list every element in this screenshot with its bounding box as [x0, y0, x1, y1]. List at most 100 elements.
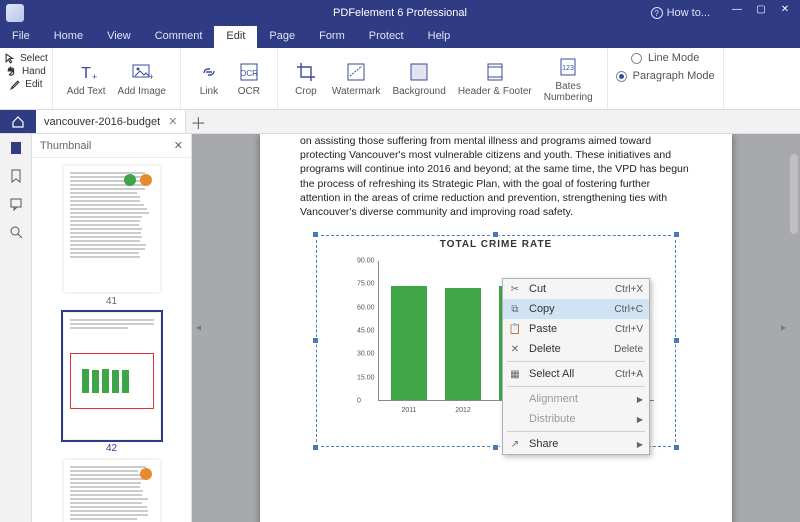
- menu-file[interactable]: File: [0, 26, 42, 48]
- resize-handle[interactable]: [312, 337, 319, 344]
- context-menu[interactable]: ✂CutCtrl+X⧉CopyCtrl+C📋PasteCtrl+V✕Delete…: [502, 278, 650, 455]
- scrollbar-thumb[interactable]: [790, 154, 798, 234]
- annotation-panel-button[interactable]: [8, 196, 24, 212]
- home-icon: [11, 115, 25, 129]
- resize-handle[interactable]: [492, 444, 499, 451]
- hand-tool[interactable]: Hand: [6, 65, 46, 77]
- resize-handle[interactable]: [492, 231, 499, 238]
- side-tool-strip: [0, 134, 32, 522]
- title-bar: PDFelement 6 Professional ? How to... — …: [0, 0, 800, 26]
- app-title: PDFelement 6 Professional: [333, 7, 467, 19]
- menu-comment[interactable]: Comment: [143, 26, 215, 48]
- chart-bar: [391, 286, 427, 400]
- menu-home[interactable]: Home: [42, 26, 95, 48]
- edit-tool[interactable]: Edit: [9, 78, 42, 90]
- chart-ytick: 90.00: [357, 258, 375, 265]
- share-icon: ↗: [507, 439, 523, 450]
- home-tab[interactable]: [0, 110, 36, 133]
- menu-edit[interactable]: Edit: [214, 26, 257, 48]
- thumbnail-page-41[interactable]: 41: [64, 166, 160, 307]
- chart-ytick: 75.00: [357, 281, 375, 288]
- menu-page[interactable]: Page: [257, 26, 307, 48]
- ctx-cut[interactable]: ✂CutCtrl+X: [503, 279, 649, 299]
- watermark-button[interactable]: Watermark: [326, 56, 387, 101]
- document-tab[interactable]: vancouver-2016-budget✕: [36, 110, 186, 133]
- thumbnail-panel-button[interactable]: [8, 140, 24, 156]
- ocr-button[interactable]: OCROCR: [229, 56, 269, 101]
- chart-ytick: 15.00: [357, 374, 375, 381]
- pencil-icon: [9, 78, 21, 90]
- close-button[interactable]: ✕: [774, 0, 796, 18]
- line-mode-radio[interactable]: Line Mode: [631, 52, 699, 64]
- bates-icon: 123: [556, 55, 580, 79]
- add-tab-button[interactable]: ＋: [186, 110, 210, 133]
- resize-handle[interactable]: [673, 337, 680, 344]
- app-logo-icon: [6, 4, 24, 22]
- chart-ytick: 30.00: [357, 351, 375, 358]
- ctx-select-all[interactable]: ▦Select AllCtrl+A: [503, 364, 649, 384]
- ctx-distribute: Distribute▶: [503, 409, 649, 429]
- menu-view[interactable]: View: [95, 26, 143, 48]
- add-text-button[interactable]: T+Add Text: [61, 56, 112, 101]
- text-icon: T+: [74, 60, 98, 84]
- bookmark-panel-button[interactable]: [8, 168, 24, 184]
- close-panel-button[interactable]: ✕: [174, 139, 183, 152]
- how-to-label: How to...: [667, 7, 710, 19]
- ctx-delete[interactable]: ✕DeleteDelete: [503, 339, 649, 359]
- body-paragraph[interactable]: on assisting those suffering from mental…: [300, 134, 692, 219]
- close-tab-button[interactable]: ✕: [168, 115, 177, 128]
- ocr-icon: OCR: [237, 60, 261, 84]
- menu-bar: FileHomeViewCommentEditPageFormProtectHe…: [0, 26, 800, 48]
- paste-icon: 📋: [507, 324, 523, 335]
- resize-handle[interactable]: [312, 444, 319, 451]
- thumbnail-page-42[interactable]: 42: [64, 313, 160, 454]
- chevron-right-icon: ▶: [637, 415, 643, 424]
- workspace: Thumbnail ✕ 414243 ◂ ▸ on assisting thos…: [0, 134, 800, 522]
- menu-help[interactable]: Help: [416, 26, 463, 48]
- resize-handle[interactable]: [312, 231, 319, 238]
- resize-handle[interactable]: [673, 444, 680, 451]
- chart-ytick: 60.00: [357, 304, 375, 311]
- chart-xtick: 2011: [391, 407, 427, 414]
- collapse-right-button[interactable]: ▸: [781, 323, 786, 334]
- collapse-left-button[interactable]: ◂: [196, 323, 201, 334]
- menu-form[interactable]: Form: [307, 26, 357, 48]
- svg-text:+: +: [92, 72, 97, 82]
- radio-icon: [631, 53, 642, 64]
- header-footer-icon: [483, 60, 507, 84]
- ctx-copy[interactable]: ⧉CopyCtrl+C: [503, 299, 649, 319]
- paragraph-mode-radio[interactable]: Paragraph Mode: [616, 70, 715, 82]
- crop-icon: [294, 60, 318, 84]
- maximize-button[interactable]: ▢: [750, 0, 772, 18]
- select-tool[interactable]: Select: [4, 52, 48, 64]
- link-button[interactable]: Link: [189, 56, 229, 101]
- minimize-button[interactable]: —: [726, 0, 748, 18]
- resize-handle[interactable]: [673, 231, 680, 238]
- chart-xtick: 2012: [445, 407, 481, 414]
- menu-protect[interactable]: Protect: [357, 26, 416, 48]
- background-button[interactable]: Background: [386, 56, 451, 101]
- watermark-icon: [344, 60, 368, 84]
- svg-text:T: T: [81, 65, 91, 82]
- cursor-icon: [4, 52, 16, 64]
- header-footer-button[interactable]: Header & Footer: [452, 56, 538, 101]
- chart-ytick: 45.00: [357, 328, 375, 335]
- search-panel-button[interactable]: [8, 224, 24, 240]
- ctx-share[interactable]: ↗Share▶: [503, 434, 649, 454]
- svg-text:+: +: [149, 72, 153, 82]
- ctx-paste[interactable]: 📋PasteCtrl+V: [503, 319, 649, 339]
- image-icon: +: [130, 60, 154, 84]
- page-view: on assisting those suffering from mental…: [260, 134, 732, 522]
- chevron-right-icon: ▶: [637, 440, 643, 449]
- svg-text:OCR: OCR: [240, 69, 258, 78]
- cut-icon: ✂: [507, 284, 523, 295]
- svg-text:123: 123: [562, 65, 574, 72]
- document-area[interactable]: ◂ ▸ on assisting those suffering from me…: [192, 134, 800, 522]
- ribbon: Select Hand Edit T+Add Text +Add Image L…: [0, 48, 800, 110]
- crop-button[interactable]: Crop: [286, 56, 326, 101]
- thumbnail-page-43[interactable]: 43: [64, 460, 160, 522]
- bates-numbering-button[interactable]: 123Bates Numbering: [538, 51, 599, 107]
- how-to-button[interactable]: ? How to...: [651, 7, 710, 19]
- radio-icon: [616, 71, 627, 82]
- add-image-button[interactable]: +Add Image: [112, 56, 172, 101]
